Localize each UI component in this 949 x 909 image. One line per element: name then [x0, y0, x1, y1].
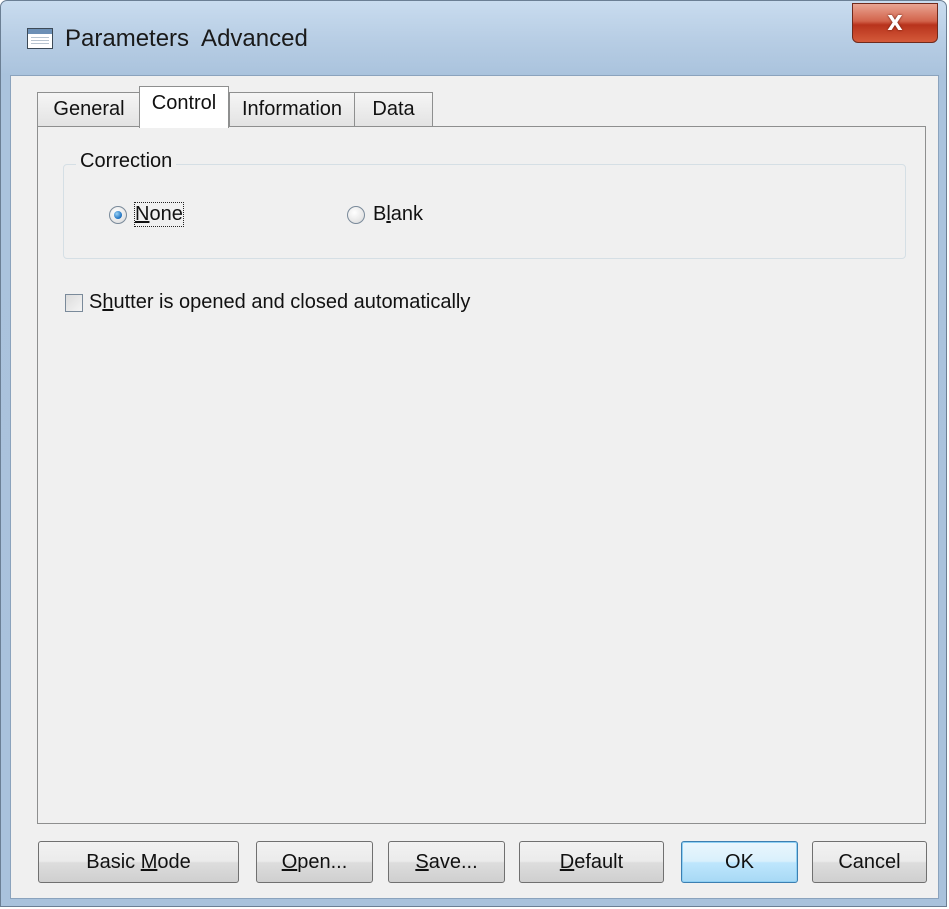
window-title: Parameters Advanced: [65, 25, 308, 52]
correction-blank-radio[interactable]: Blank: [347, 203, 423, 226]
close-icon: X: [887, 11, 903, 35]
correction-none-radio[interactable]: None: [109, 202, 184, 227]
tab-data-label: Data: [372, 98, 415, 120]
cancel-button[interactable]: Cancel: [812, 841, 927, 883]
tab-control[interactable]: Control: [139, 86, 229, 128]
default-button[interactable]: Default: [519, 841, 664, 883]
correction-group: Correction None Blank: [63, 150, 906, 259]
ok-button[interactable]: OK: [681, 841, 798, 883]
save-button-label: Save...: [415, 850, 478, 873]
correction-blank-label: Blank: [373, 203, 424, 225]
shutter-auto-checkbox[interactable]: Shutter is opened and closed automatical…: [65, 291, 470, 314]
tab-control-label: Control: [151, 92, 217, 114]
shutter-auto-label: Shutter is opened and closed automatical…: [89, 291, 471, 313]
save-button[interactable]: Save...: [388, 841, 505, 883]
window-icon: [27, 28, 53, 49]
tab-information-label: Information: [241, 98, 343, 120]
tab-data[interactable]: Data: [354, 92, 433, 126]
ok-button-label: OK: [725, 850, 754, 873]
tab-general-label: General: [53, 98, 125, 120]
tab-general[interactable]: General: [37, 92, 141, 126]
open-button-label: Open...: [281, 850, 348, 873]
radio-checked-icon: [109, 205, 127, 224]
checkbox-unchecked-icon: [65, 293, 83, 312]
correction-none-label: None: [134, 202, 184, 227]
dialog-client-area: General Control Information Data Correct…: [10, 75, 939, 899]
parameters-dialog: Parameters Advanced X General Control In…: [0, 0, 947, 907]
radio-unchecked-icon: [347, 205, 365, 224]
title-bar[interactable]: Parameters Advanced X: [1, 1, 946, 75]
basic-mode-button[interactable]: Basic Mode: [38, 841, 239, 883]
control-tab-panel: Correction None Blank Shutter is opened …: [37, 126, 926, 824]
open-button[interactable]: Open...: [256, 841, 373, 883]
cancel-button-label: Cancel: [838, 850, 901, 873]
tab-information[interactable]: Information: [229, 92, 355, 126]
default-button-label: Default: [559, 850, 624, 873]
correction-group-legend: Correction: [76, 150, 177, 173]
close-button[interactable]: X: [852, 3, 938, 43]
basic-mode-button-label: Basic Mode: [86, 850, 191, 873]
